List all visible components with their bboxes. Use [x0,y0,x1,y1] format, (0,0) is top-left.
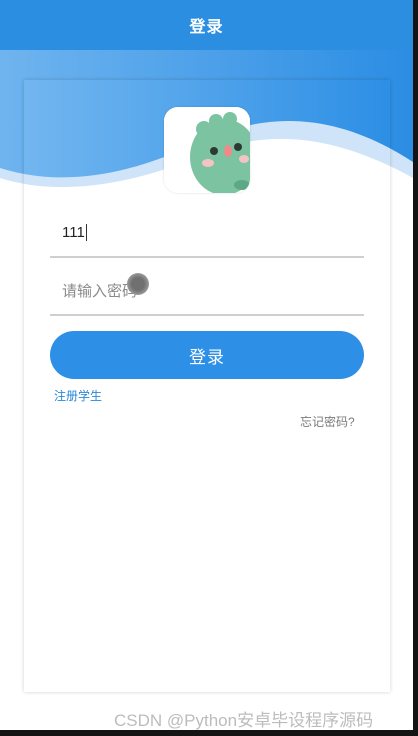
avatar [164,107,250,193]
text-caret [85,223,87,241]
touch-cursor-indicator [127,273,149,295]
register-student-link[interactable]: 注册学生 [54,387,102,404]
password-placeholder: 请输入密码 [62,282,138,300]
app-header: 登录 [0,0,413,50]
login-button[interactable]: 登录 [50,331,364,379]
watermark: CSDN @Python安卓毕设程序源码 [114,711,374,730]
password-field[interactable]: 请输入密码 [50,266,364,316]
username-field[interactable]: 111 [50,208,364,258]
cartoon-dinosaur-icon [164,107,250,193]
phone-screen: 登录 111 请输入密码 登录 注册学生 忘记密码? [0,0,418,736]
page-title: 登录 [189,19,224,36]
username-value: 111 [62,223,85,241]
forgot-password-link[interactable]: 忘记密码? [300,413,355,430]
